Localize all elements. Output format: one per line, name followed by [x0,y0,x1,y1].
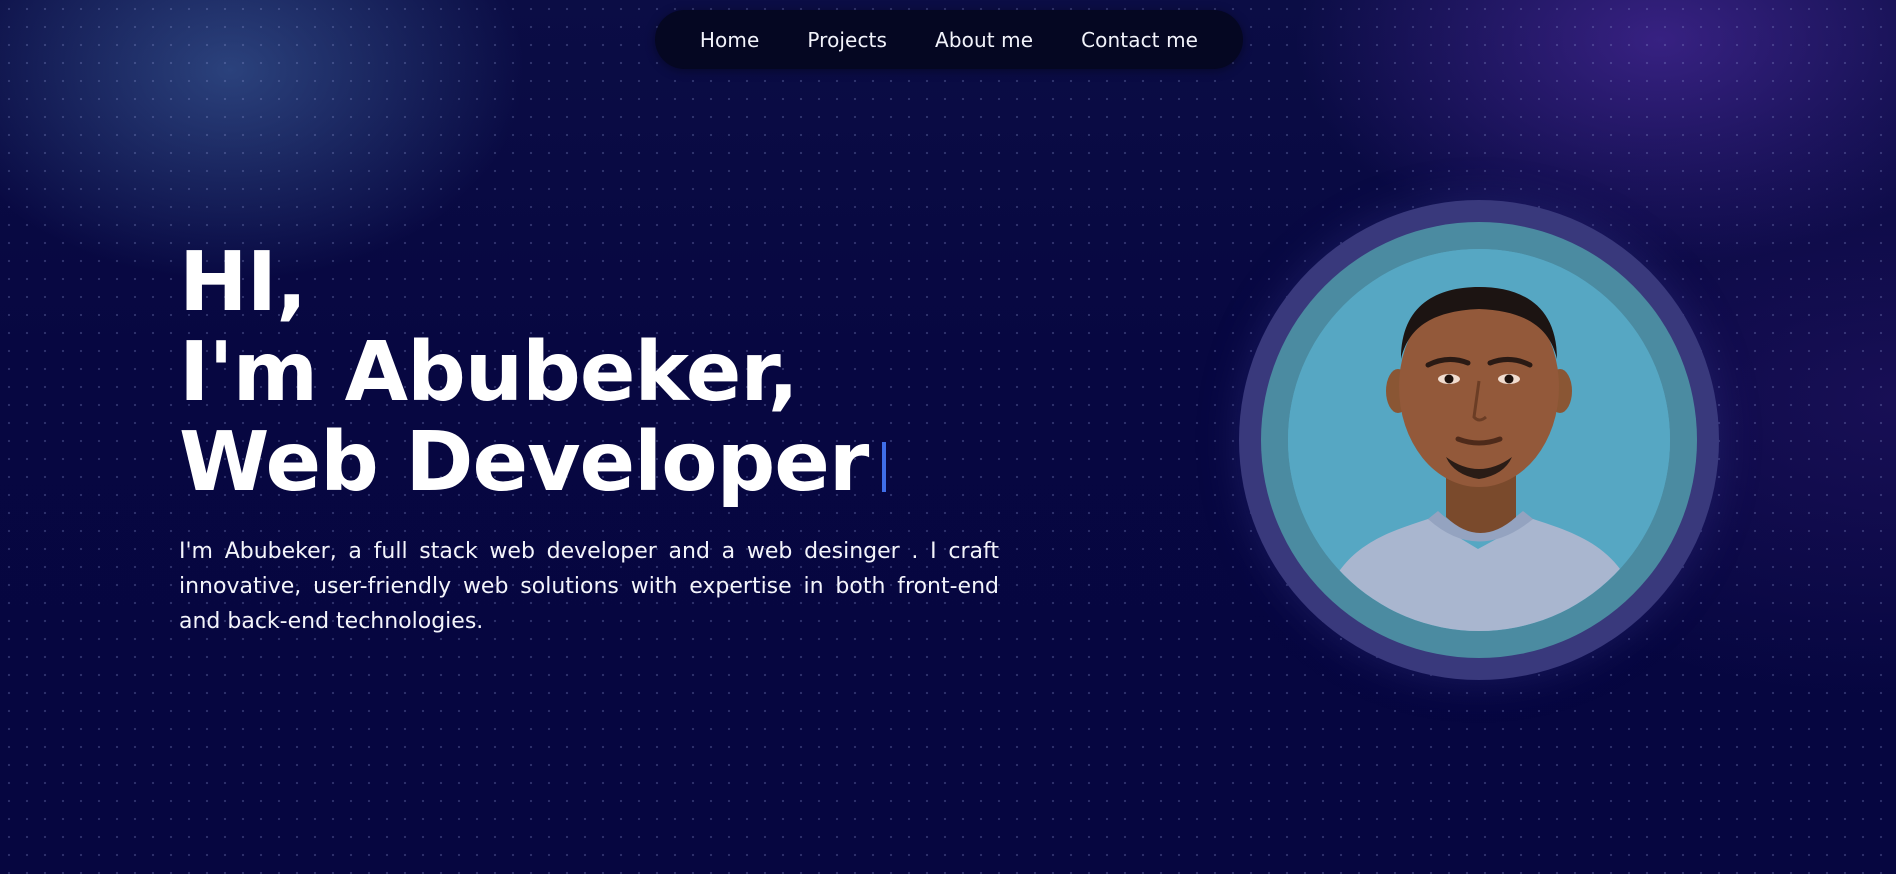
nav-projects-link[interactable]: Projects [783,28,911,52]
profile-photo-frame [1239,200,1719,680]
nav-about-link[interactable]: About me [911,28,1057,52]
nav-contact-link[interactable]: Contact me [1057,28,1222,52]
intro-paragraph: I'm Abubeker, a full stack web developer… [179,539,999,634]
role-line: Web Developer [179,418,999,508]
role-text: Web Developer [179,415,869,510]
profile-photo-ring [1261,222,1697,658]
portrait-icon [1288,249,1670,631]
greeting-text: HI, [179,235,307,330]
name-text: I'm Abubeker, [179,325,799,420]
nav-home-link[interactable]: Home [676,28,783,52]
top-navigation: Home Projects About me Contact me [655,10,1243,69]
typing-cursor [882,442,887,492]
profile-photo [1288,249,1670,631]
hero-headline: HI, I'm Abubeker, Web Developer [179,238,999,508]
hero-section: HI, I'm Abubeker, Web Developer [179,238,999,508]
